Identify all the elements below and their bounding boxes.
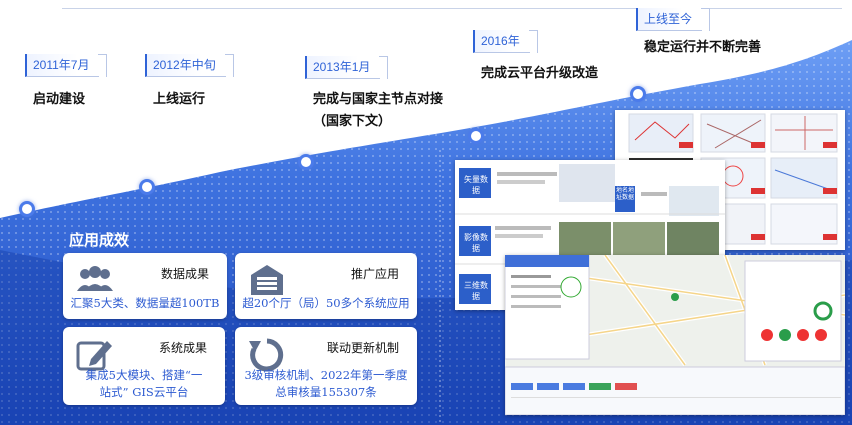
card-description-line2: 站式” GIS云平台 [99,385,189,399]
milestone-title: 稳定运行并不断完善 [644,39,762,54]
timeline-dot [630,86,646,102]
card-data-results: 数据成果 汇聚5大类、数据量超100TB [63,253,227,319]
screenshot-map-app [505,255,845,415]
milestone-date: 2013年1月 [305,56,389,79]
panel-title: 应用成效 [69,232,130,249]
card-title: 推广应用 [350,267,399,281]
milestone-2013: 2013年1月 完成与国家主节点对接 （国家下文） [305,56,443,131]
map-app-preview [505,255,845,415]
card-description-line1: 集成5大模块、搭建“一 [85,368,203,382]
milestone-2011: 2011年7月 启动建设 [25,54,109,109]
milestone-title: 完成与国家主节点对接 [313,91,444,106]
milestone-title: 启动建设 [33,91,86,106]
milestone-date: 2016年 [473,30,538,53]
milestone-date: 2011年7月 [25,54,109,77]
label-3d-data: 三维数据 [464,281,488,301]
timeline-dot [139,179,155,195]
milestone-2016: 2016年 完成云平台升级改造 [473,30,598,83]
timeline-dot [19,201,35,217]
milestone-date: 2012年中旬 [145,54,234,77]
card-description: 汇聚5大类、数据量超100TB [70,296,220,310]
card-title: 系统成果 [158,341,207,355]
label-vector-data: 矢量数据 [464,175,488,195]
label-imagery-data: 影像数据 [464,233,488,253]
milestone-now: 上线至今 稳定运行并不断完善 [636,8,761,57]
label-address-data: 地名地址数据 [615,188,634,201]
users-icon [77,266,113,291]
card-title: 联动更新机制 [326,341,399,355]
timeline-dot [298,154,314,170]
card-description-line2: 总审核量155307条 [275,385,377,399]
card-description-line1: 3级审核机制、2022年第一季度 [244,368,408,382]
card-description: 超20个厅（局）50多个系统应用 [242,296,410,310]
card-promotion: 推广应用 超20个厅（局）50多个系统应用 [235,253,417,319]
card-system-results: 系统成果 集成5大模块、搭建“一 站式” GIS云平台 [63,327,225,405]
timeline-dot [468,128,484,144]
milestone-title: 完成云平台升级改造 [481,65,599,80]
building-icon [251,265,283,295]
milestone-title: 上线运行 [153,91,206,106]
card-update-mechanism: 联动更新机制 3级审核机制、2022年第一季度 总审核量155307条 [235,327,417,405]
milestone-2012: 2012年中旬 上线运行 [145,54,234,109]
milestone-subtitle: （国家下文） [313,113,392,128]
milestone-date: 上线至今 [636,8,711,31]
card-title: 数据成果 [160,267,209,281]
